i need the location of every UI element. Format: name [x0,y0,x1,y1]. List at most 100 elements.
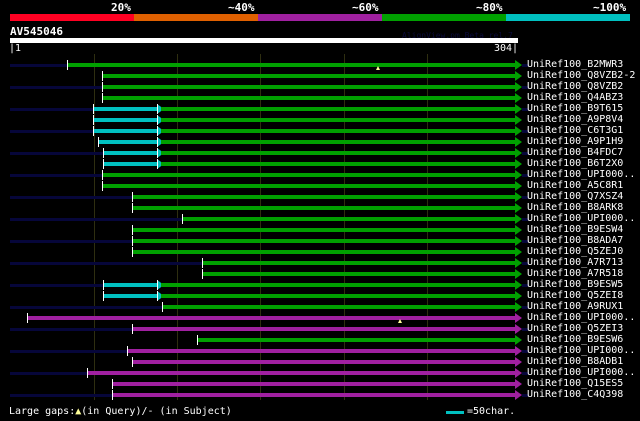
hit-end-arrow [515,247,522,257]
hit-start-tick [103,148,104,158]
hit-start-tick [93,126,94,136]
query-bar [10,38,518,43]
hit-end-arrow [515,390,522,400]
hit-start-tick [132,236,133,246]
hit-label[interactable]: UniRef100_A9P1H9 [527,136,623,147]
query-start-label: |1 [9,43,22,54]
hit-label[interactable]: UniRef100_Q5ZEI3 [527,323,623,334]
segment-end-tick [157,104,158,114]
unaligned-region [10,306,162,309]
high-identity-segment [103,294,157,298]
hit-start-tick [93,115,94,125]
hit-start-tick [202,258,203,268]
hit-end-arrow [515,60,522,70]
hit-bar [161,162,515,166]
hit-label[interactable]: UniRef100_B2MWR3 [527,59,623,70]
hit-start-tick [132,203,133,213]
hit-end-arrow [515,82,522,92]
hit-start-tick [162,302,163,312]
hit-bar [102,96,515,100]
high-identity-segment [103,283,157,287]
hit-start-tick [127,346,128,356]
hit-label[interactable]: UniRef100_UPI000.. [527,169,635,180]
hit-label[interactable]: UniRef100_Q15ES5 [527,378,623,389]
grid-line [94,54,95,400]
hit-label[interactable]: UniRef100_Q5ZEI8 [527,290,623,301]
hit-label[interactable]: UniRef100_C4Q398 [527,389,623,400]
hit-label[interactable]: UniRef100_B4FDC7 [527,147,623,158]
hit-end-arrow [515,368,522,378]
hit-start-tick [132,247,133,257]
unaligned-region [10,372,87,375]
hit-label[interactable]: UniRef100_UPI000.. [527,213,635,224]
hit-label[interactable]: UniRef100_B9ESW4 [527,224,623,235]
query-gap-marker [376,66,380,70]
hit-end-arrow [515,203,522,213]
hit-label[interactable]: UniRef100_Q8VZB2-2 [527,70,635,81]
query-name: AV545046 [10,25,63,38]
hit-end-arrow [515,269,522,279]
hit-start-tick [102,181,103,191]
high-identity-segment [103,162,157,166]
hit-start-tick [67,60,68,70]
hit-bar [182,217,515,221]
hit-start-tick [102,93,103,103]
alignment-view: 20% ~40% ~60% ~80% ~100% AV545046 AlignView.… [0,0,640,421]
hit-start-tick [103,280,104,290]
hit-label[interactable]: UniRef100_B8ARK8 [527,202,623,213]
segment-end-tick [157,291,158,301]
hit-label[interactable]: UniRef100_A5C8R1 [527,180,623,191]
hit-start-tick [112,390,113,400]
hit-bar [161,129,515,133]
hit-end-arrow [515,93,522,103]
hit-end-arrow [515,137,522,147]
unaligned-region [10,86,102,89]
segment-end-tick [157,137,158,147]
hit-label[interactable]: UniRef100_Q4ABZ3 [527,92,623,103]
hit-bar [102,173,515,177]
hit-label[interactable]: UniRef100_B8ADB1 [527,356,623,367]
hit-bar [161,151,515,155]
hit-end-arrow [515,148,522,158]
hit-label[interactable]: UniRef100_Q8VZB2 [527,81,623,92]
subject-gap-label: - (in Subject) [147,406,232,417]
hit-start-tick [98,137,99,147]
hit-bar [202,272,515,276]
hit-start-tick [132,357,133,367]
hit-label[interactable]: UniRef100_A7R518 [527,268,623,279]
hit-bar [132,360,515,364]
hit-end-arrow [515,192,522,202]
hit-label[interactable]: UniRef100_B9T615 [527,103,623,114]
scale-label: =50char. [467,406,516,417]
hit-bar [132,206,515,210]
hit-label[interactable]: UniRef100_A9RUX1 [527,301,623,312]
hit-label[interactable]: UniRef100_C6T3G1 [527,125,623,136]
hit-start-tick [132,324,133,334]
segment-end-tick [157,115,158,125]
hit-label[interactable]: UniRef100_A9P8V4 [527,114,623,125]
hit-label[interactable]: UniRef100_B8ADA7 [527,235,623,246]
identity-label: ~60% [352,1,379,14]
hit-start-tick [182,214,183,224]
hit-bar [161,294,515,298]
unaligned-region [10,130,93,133]
hit-bar [102,184,515,188]
unaligned-region [10,240,132,243]
identity-color-bar [382,14,506,21]
hit-label[interactable]: UniRef100_A7R713 [527,257,623,268]
hit-start-tick [103,291,104,301]
hit-label[interactable]: UniRef100_B9ESW6 [527,334,623,345]
hit-label[interactable]: UniRef100_UPI000.. [527,367,635,378]
hit-start-tick [93,104,94,114]
hit-bar [161,283,515,287]
hit-start-tick [132,225,133,235]
high-identity-segment [93,107,157,111]
hit-start-tick [87,368,88,378]
hit-end-arrow [515,104,522,114]
hit-label[interactable]: UniRef100_UPI000.. [527,312,635,323]
hit-label[interactable]: UniRef100_B6T2X0 [527,158,623,169]
hit-label[interactable]: UniRef100_B9ESW5 [527,279,623,290]
hit-label[interactable]: UniRef100_Q7XSZ4 [527,191,623,202]
hit-label[interactable]: UniRef100_Q5ZEJ0 [527,246,623,257]
hit-label[interactable]: UniRef100_UPI000.. [527,345,635,356]
